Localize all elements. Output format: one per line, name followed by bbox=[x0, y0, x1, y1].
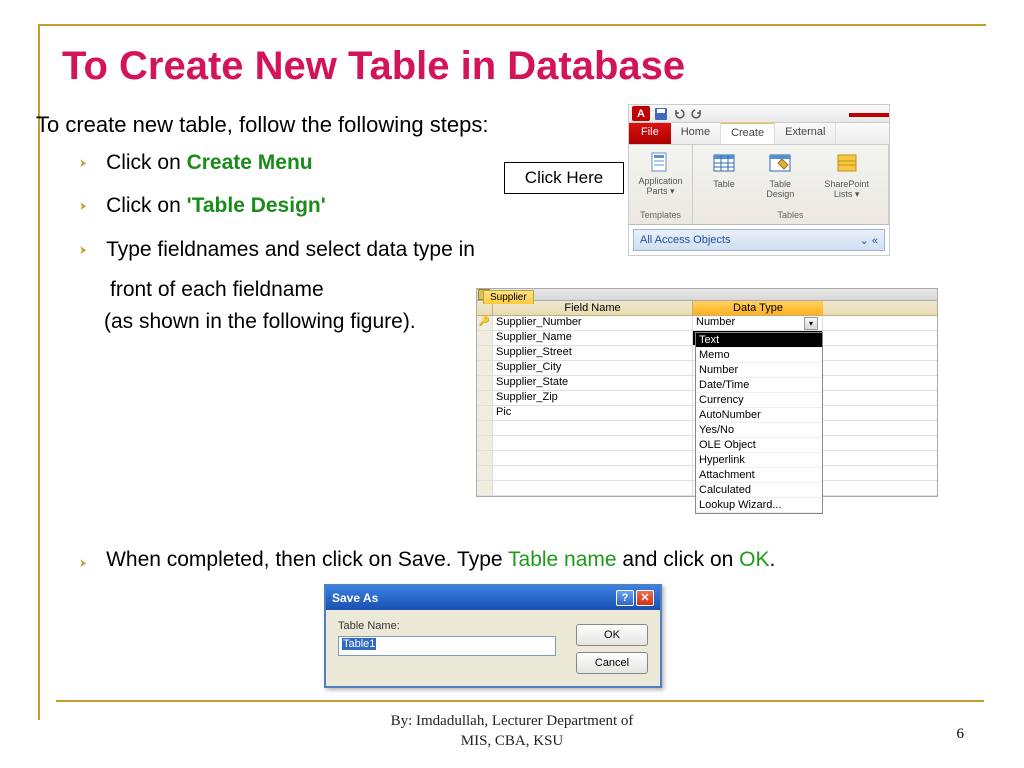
ribbon-body: Application Parts ▾ Templates Table Tabl… bbox=[629, 145, 889, 225]
b4-text-e: . bbox=[770, 548, 776, 571]
bullet-2: ➤ Click on 'Table Design' bbox=[78, 191, 475, 220]
intro-text: To create new table, follow the followin… bbox=[36, 112, 488, 138]
ok-button[interactable]: OK bbox=[576, 624, 648, 646]
dropdown-option[interactable]: OLE Object bbox=[696, 438, 822, 453]
cancel-button[interactable]: Cancel bbox=[576, 652, 648, 674]
save-as-dialog: Save As ? ✕ Table Name: Table1 OK Cancel bbox=[324, 584, 662, 688]
dropdown-option[interactable]: Hyperlink bbox=[696, 453, 822, 468]
dropdown-option[interactable]: Yes/No bbox=[696, 423, 822, 438]
dropdown-option[interactable]: Memo bbox=[696, 348, 822, 363]
table-row[interactable]: 🔑Supplier_NumberNumber▾ bbox=[477, 316, 937, 331]
b3-text: Type fieldnames and select data type in bbox=[106, 235, 475, 264]
close-button[interactable]: ✕ bbox=[636, 590, 654, 606]
quick-access-toolbar: A bbox=[629, 105, 889, 123]
page-number: 6 bbox=[957, 726, 965, 743]
dropdown-option[interactable]: Attachment bbox=[696, 468, 822, 483]
b4-text-a: When completed, then click on Save. Type bbox=[106, 548, 508, 571]
bullet-4: ➤ When completed, then click on Save. Ty… bbox=[78, 548, 775, 572]
b4-text-c: and click on bbox=[617, 548, 740, 571]
create-tab[interactable]: Create bbox=[721, 123, 775, 144]
nav-pane-arrows[interactable]: ⌄ « bbox=[860, 234, 878, 247]
data-type-header: Data Type bbox=[693, 301, 823, 315]
undo-icon[interactable] bbox=[672, 107, 686, 121]
b1-text: Click on bbox=[106, 151, 187, 174]
footer-rule bbox=[56, 700, 984, 702]
dropdown-option[interactable]: Currency bbox=[696, 393, 822, 408]
table-tab[interactable]: Supplier bbox=[483, 290, 534, 304]
design-header: Field Name Data Type bbox=[477, 301, 937, 316]
table-design-icon[interactable] bbox=[768, 151, 792, 175]
save-icon[interactable] bbox=[654, 107, 668, 121]
table-label: Table bbox=[712, 180, 736, 190]
chevron-icon: ➤ bbox=[80, 243, 87, 257]
dropdown-option[interactable]: Lookup Wizard... bbox=[696, 498, 822, 513]
tables-group-label: Tables bbox=[697, 210, 884, 222]
b2-emphasis: 'Table Design' bbox=[187, 194, 326, 217]
table-design-grid: Supplier Field Name Data Type 🔑Supplier_… bbox=[476, 288, 938, 497]
b1-emphasis: Create Menu bbox=[187, 151, 313, 174]
callout-box: Click Here bbox=[504, 162, 624, 194]
redo-icon[interactable] bbox=[690, 107, 704, 121]
slide-title: To Create New Table in Database bbox=[62, 44, 685, 89]
external-tab[interactable]: External bbox=[775, 123, 836, 144]
dialog-titlebar: Save As ? ✕ bbox=[326, 586, 660, 610]
templates-group-label: Templates bbox=[633, 210, 688, 222]
sp-lists-label: SharePoint Lists ▾ bbox=[824, 180, 869, 200]
table-name-input[interactable]: Table1 bbox=[338, 636, 556, 656]
group-tables: Table Table Design SharePoint Lists ▾ Ta… bbox=[693, 145, 889, 224]
dropdown-option[interactable]: Number bbox=[696, 363, 822, 378]
chevron-icon: ➤ bbox=[80, 556, 87, 570]
sharepoint-lists-icon[interactable] bbox=[835, 151, 859, 175]
dialog-title: Save As bbox=[332, 591, 378, 605]
bullet-1: ➤ Click on Create Menu bbox=[78, 148, 475, 177]
chevron-icon: ➤ bbox=[80, 199, 87, 213]
file-tab[interactable]: File bbox=[629, 123, 671, 144]
b4-table-name: Table name bbox=[508, 548, 617, 571]
b2-text: Click on bbox=[106, 194, 187, 217]
table-icon[interactable] bbox=[712, 151, 736, 175]
dropdown-option[interactable]: Text bbox=[696, 333, 822, 348]
app-icon: A bbox=[632, 106, 650, 121]
nav-pane-label: All Access Objects bbox=[640, 234, 730, 246]
dropdown-option[interactable]: Date/Time bbox=[696, 378, 822, 393]
data-type-dropdown[interactable]: TextMemoNumberDate/TimeCurrencyAutoNumbe… bbox=[695, 332, 823, 514]
table-design-label: Table Design bbox=[766, 180, 794, 200]
b4-ok: OK bbox=[739, 548, 769, 571]
app-parts-label: Application Parts ▾ bbox=[633, 177, 688, 197]
help-button[interactable]: ? bbox=[616, 590, 634, 606]
table-name-label: Table Name: bbox=[338, 620, 556, 632]
nav-pane-header[interactable]: All Access Objects ⌄ « bbox=[633, 229, 885, 251]
bullet-3: ➤ Type fieldnames and select data type i… bbox=[78, 235, 475, 264]
ribbon-screenshot: A File Home Create External Application … bbox=[628, 104, 890, 256]
ribbon-tabs: File Home Create External bbox=[629, 123, 889, 145]
footer-text: By: Imdadullah, Lecturer Department of M… bbox=[0, 712, 1024, 751]
design-tab-bar: Supplier bbox=[477, 289, 937, 301]
b3-sub2: (as shown in the following figure). bbox=[104, 310, 475, 334]
home-tab[interactable]: Home bbox=[671, 123, 721, 144]
dropdown-option[interactable]: AutoNumber bbox=[696, 408, 822, 423]
red-bar bbox=[849, 113, 889, 117]
bullet-list: ➤ Click on Create Menu ➤ Click on 'Table… bbox=[78, 148, 475, 334]
dropdown-option[interactable]: Calculated bbox=[696, 483, 822, 498]
chevron-icon: ➤ bbox=[80, 156, 87, 170]
b3-sub1: front of each fieldname bbox=[110, 278, 475, 302]
app-parts-icon[interactable] bbox=[649, 151, 673, 175]
group-templates: Application Parts ▾ Templates bbox=[629, 145, 693, 224]
